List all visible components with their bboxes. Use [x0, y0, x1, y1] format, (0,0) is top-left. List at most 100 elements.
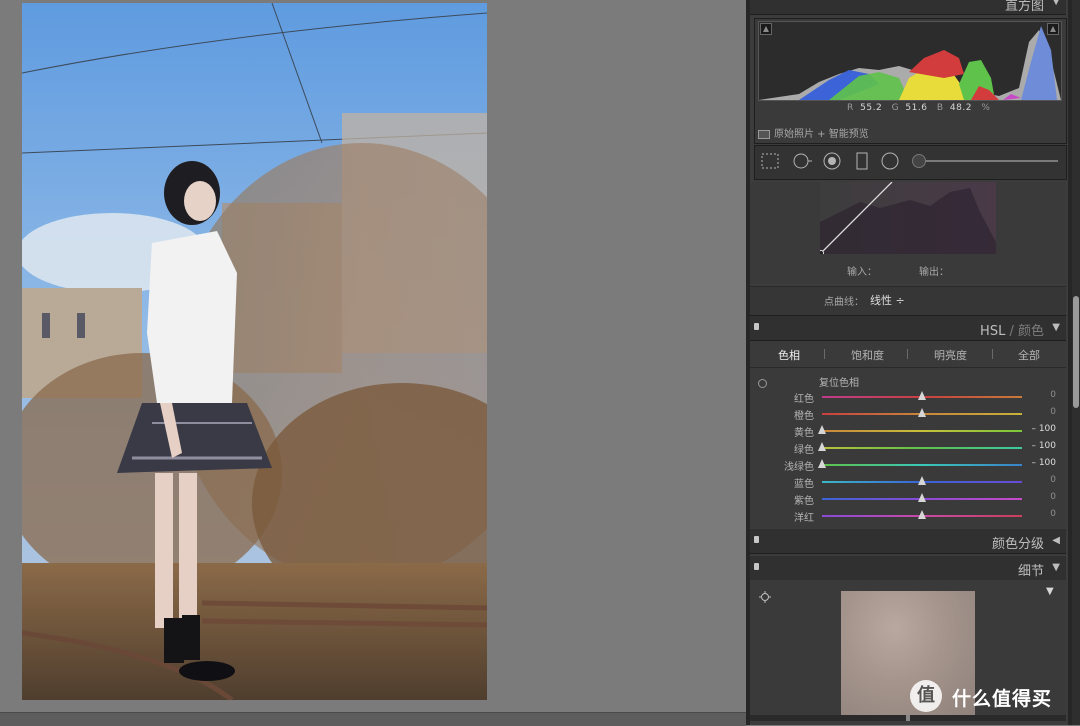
hsl-title: HSL / 颜色 [980, 324, 1044, 339]
g-label: G [891, 103, 900, 113]
expand-triangle-icon[interactable]: ◀ [1052, 535, 1060, 546]
collapse-triangle-icon[interactable]: ▼ [1052, 562, 1060, 573]
photo-canvas[interactable] [22, 3, 487, 700]
panel-toggle-icon[interactable] [754, 536, 759, 543]
highlight-clipping-icon[interactable] [1047, 23, 1059, 35]
preview-status-text: 原始照片 + 智能预览 [774, 129, 869, 140]
hsl-header[interactable]: HSL / 颜色 ▼ [750, 316, 1066, 341]
curve-output-label: 输出： [919, 267, 949, 278]
hsl-row-value[interactable]: – 100 [1031, 458, 1056, 468]
hsl-slider-knob[interactable] [918, 391, 926, 400]
hsl-slider-knob[interactable] [818, 442, 826, 451]
hsl-row-label: 红色 [794, 394, 814, 405]
hsl-slider-knob[interactable] [918, 408, 926, 417]
hsl-slider-knob[interactable] [918, 510, 926, 519]
hsl-row-label: 浅绿色 [784, 462, 814, 473]
detail-header[interactable]: 细节 ▼ [750, 556, 1066, 581]
panel-toggle-icon[interactable] [754, 563, 759, 570]
r-label: R [847, 103, 854, 113]
detail-slider-knob[interactable] [906, 715, 910, 721]
tone-curve-chart [818, 181, 996, 256]
hsl-row-label: 紫色 [794, 496, 814, 507]
tool-slider-track[interactable] [918, 160, 1058, 162]
panel-toggle-icon[interactable] [754, 323, 759, 330]
histogram-title: 直方图 [1004, 0, 1044, 14]
hsl-row-value[interactable]: 0 [1050, 390, 1056, 400]
watermark: 值 什么值得买 [910, 680, 1070, 714]
tab-hue[interactable]: 色相 [778, 347, 800, 363]
hsl-row: 红色 0 [750, 389, 1066, 406]
rgb-readout: R 55.2 G 51.6 B 48.2 % [847, 103, 990, 113]
graduated-filter-icon[interactable] [852, 152, 872, 170]
hsl-row: 洋红 0 [750, 508, 1066, 525]
target-adjust-icon[interactable] [758, 378, 767, 388]
tab-divider [907, 349, 908, 359]
curve-input-label: 输入： [847, 267, 877, 278]
tab-all[interactable]: 全部 [1018, 347, 1040, 363]
hsl-row-value[interactable]: 0 [1050, 407, 1056, 417]
hsl-slider-track[interactable] [822, 447, 1022, 449]
preview-status[interactable]: 原始照片 + 智能预览 [758, 125, 869, 140]
hsl-slider-track[interactable] [822, 430, 1022, 432]
percent-unit: % [981, 103, 991, 113]
split-toning-header[interactable]: 颜色分级 ◀ [750, 529, 1066, 554]
split-toning-title: 颜色分级 [991, 537, 1044, 552]
tab-divider [992, 349, 993, 359]
photo-image [22, 3, 487, 700]
point-curve-select[interactable]: 线性 ÷ [870, 292, 905, 308]
tone-curve-graph[interactable] [818, 181, 996, 256]
hsl-row: 紫色 0 [750, 491, 1066, 508]
hsl-row-label: 绿色 [794, 445, 814, 456]
spot-removal-icon[interactable] [792, 152, 812, 170]
radial-filter-icon[interactable] [880, 152, 900, 170]
hsl-slider-knob[interactable] [918, 493, 926, 502]
hsl-slider-knob[interactable] [818, 459, 826, 468]
hsl-row-value[interactable]: 0 [1050, 509, 1056, 519]
crop-icon[interactable] [760, 152, 780, 170]
hsl-row: 黄色 – 100 [750, 423, 1066, 440]
hsl-slider-knob[interactable] [918, 476, 926, 485]
hsl-slider-track[interactable] [822, 464, 1022, 466]
hsl-row: 蓝色 0 [750, 474, 1066, 491]
hsl-row-label: 蓝色 [794, 479, 814, 490]
smart-preview-icon [758, 129, 770, 139]
filmstrip-edge [0, 712, 746, 726]
hsl-row-label: 黄色 [794, 428, 814, 439]
histogram-header[interactable]: 直方图 ▼ [750, 0, 1066, 15]
tool-slider-knob[interactable] [912, 154, 926, 168]
watermark-logo-icon: 值 [910, 680, 942, 712]
histogram-graph[interactable] [758, 21, 1062, 101]
detail-slider[interactable] [750, 715, 1066, 721]
redeye-icon[interactable] [822, 152, 842, 170]
histogram-chart [759, 26, 1061, 100]
hsl-row: 橙色 0 [750, 406, 1066, 423]
g-value: 51.6 [905, 103, 928, 113]
panel-scrollbar[interactable] [1072, 0, 1080, 725]
hsl-row-value[interactable]: – 100 [1031, 441, 1056, 451]
crosshair-icon[interactable] [759, 588, 771, 603]
shadow-clipping-icon[interactable] [760, 23, 772, 35]
b-label: B [936, 103, 944, 113]
r-value: 55.2 [860, 103, 883, 113]
hsl-row-value[interactable]: 0 [1050, 492, 1056, 502]
point-curve-label: 点曲线： [824, 297, 864, 308]
hsl-slider-knob[interactable] [818, 425, 826, 434]
b-value: 48.2 [949, 103, 972, 113]
hsl-row-label: 橙色 [794, 411, 814, 422]
detail-preview-toggle-icon[interactable]: ▼ [1046, 586, 1054, 597]
tab-luminance[interactable]: 明亮度 [934, 347, 967, 363]
hsl-row: 绿色 – 100 [750, 440, 1066, 457]
reset-hue-row[interactable]: 复位色相 [758, 374, 859, 389]
scrollbar-thumb[interactable] [1073, 296, 1079, 408]
point-curve-row [750, 286, 1066, 316]
hsl-row-value[interactable]: 0 [1050, 475, 1056, 485]
hsl-row-label: 洋红 [794, 513, 814, 524]
collapse-triangle-icon[interactable]: ▼ [1052, 0, 1060, 7]
hsl-row: 浅绿色 – 100 [750, 457, 1066, 474]
collapse-triangle-icon[interactable]: ▼ [1052, 322, 1060, 333]
tab-saturation[interactable]: 饱和度 [851, 347, 884, 363]
hsl-row-value[interactable]: – 100 [1031, 424, 1056, 434]
reset-hue-label[interactable]: 复位色相 [819, 378, 859, 389]
detail-title: 细节 [1017, 564, 1044, 579]
tab-divider [824, 349, 825, 359]
